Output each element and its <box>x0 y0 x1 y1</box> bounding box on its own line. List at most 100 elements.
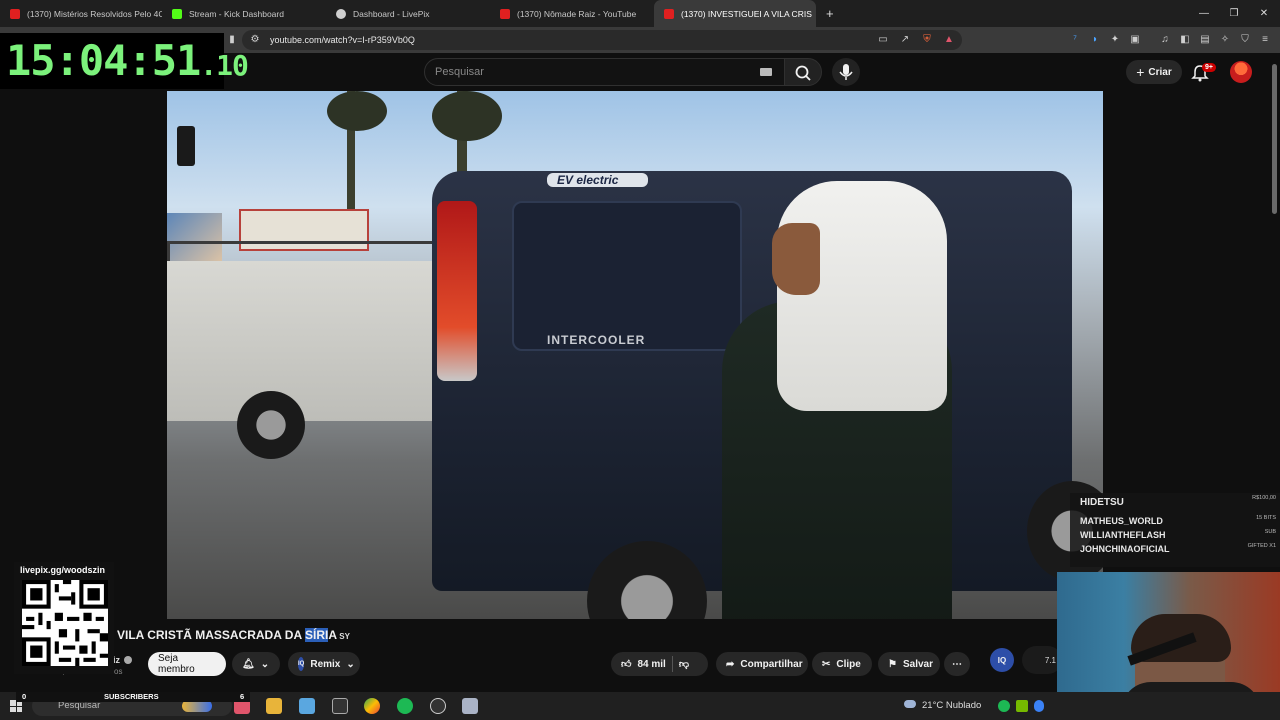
create-label: Criar <box>1148 66 1172 78</box>
extension-icon[interactable]: ⁷ <box>1068 33 1082 47</box>
timer-ms: .10 <box>200 49 249 82</box>
capcut-icon[interactable] <box>332 698 348 714</box>
browser-tab-active[interactable]: (1370) INVESTIGUEI A VILA CRIS ✕ <box>654 0 816 27</box>
browser-tab[interactable]: Dashboard - LivePix <box>326 0 490 27</box>
alert-amount: R$100,00 <box>1252 495 1276 501</box>
file-explorer-icon[interactable] <box>266 698 282 714</box>
media-icon[interactable]: ♫ <box>1158 33 1172 47</box>
palm-tree-leaves <box>432 91 502 141</box>
restore-icon[interactable]: ❐ <box>1218 0 1250 27</box>
thumbs-up-icon: 👍︎ <box>621 659 632 670</box>
brave-shield-icon[interactable]: ⛨ <box>920 33 934 47</box>
browser-tab[interactable]: (1370) Mistérios Resolvidos Pelo 4CH <box>0 0 162 27</box>
nvidia-tray-icon[interactable] <box>1016 700 1028 712</box>
truck-body <box>167 261 432 421</box>
browser-tab[interactable]: Stream - Kick Dashboard <box>162 0 326 27</box>
keyboard-icon[interactable] <box>760 68 772 76</box>
spotify-tray-icon[interactable] <box>998 700 1010 712</box>
timer-main: 15:04:51 <box>6 36 201 85</box>
clip-label: Clipe <box>836 658 861 670</box>
avatar[interactable] <box>1230 61 1252 83</box>
minimize-icon[interactable]: — <box>1188 0 1220 27</box>
scissors-icon: ✂ <box>822 658 831 670</box>
obs-icon[interactable] <box>430 698 446 714</box>
install-icon[interactable]: ▭ <box>876 33 890 47</box>
app-icon[interactable] <box>462 698 478 714</box>
weather-widget[interactable]: 21°C Nublado <box>922 700 981 711</box>
notification-badge: 9+ <box>1202 63 1216 72</box>
leo-ai-icon[interactable]: ✧ <box>1218 33 1232 47</box>
new-tab-button[interactable]: + <box>816 0 840 27</box>
qr-code <box>22 580 108 666</box>
browser-tab[interactable]: (1370) Nômade Raiz - YouTube <box>490 0 654 27</box>
close-window-icon[interactable]: ✕ <box>1248 0 1280 27</box>
woman-face <box>772 223 820 295</box>
menu-icon[interactable]: ≡ <box>1258 33 1272 47</box>
search-icon <box>795 65 811 81</box>
extension-icon[interactable]: ◗ <box>1088 33 1102 47</box>
bluetooth-icon[interactable] <box>1034 700 1044 712</box>
thumbs-down-icon: 👎︎ <box>678 659 689 670</box>
subscribers-goal: 6 <box>240 692 245 701</box>
van-badge: INTERCOOLER <box>547 333 646 347</box>
sidebar-icon[interactable]: ◧ <box>1178 33 1192 47</box>
woman-headscarf <box>777 181 947 411</box>
search-button[interactable] <box>784 58 822 86</box>
tab-label: (1370) Nômade Raiz - YouTube <box>517 8 637 19</box>
mic-icon <box>839 64 853 80</box>
iq-extension-button[interactable]: IQ <box>990 648 1014 672</box>
stream-alerts-panel: HIDETSU R$100,00 MATHEUS_WORLD 15 BITS W… <box>1070 493 1280 567</box>
like-button[interactable]: 👍︎ 84 mil 👎︎ <box>611 652 708 676</box>
truck-wheel <box>237 391 305 459</box>
video-player[interactable]: EV electric INTERCOOLER <box>167 91 1103 619</box>
vpn-shield-icon[interactable]: ⛉ <box>1238 33 1252 47</box>
alert-name: HIDETSU <box>1080 497 1124 508</box>
more-icon: ⋯ <box>952 658 962 670</box>
chevron-down-icon: ⌄ <box>260 658 270 670</box>
cloud-icon <box>904 700 916 708</box>
rewards-icon[interactable]: ▲ <box>942 33 956 47</box>
tab-label: (1370) INVESTIGUEI A VILA CRIS <box>681 8 812 19</box>
tab-label: (1370) Mistérios Resolvidos Pelo 4CH <box>27 8 162 19</box>
app-icon[interactable] <box>299 698 315 714</box>
join-button[interactable]: Seja membro <box>148 652 226 676</box>
search-input[interactable]: Pesquisar <box>424 58 786 86</box>
create-button[interactable]: + Criar <box>1126 60 1182 84</box>
address-bar[interactable]: ⚙ youtube.com/watch?v=I-rP359Vb0Q ▭ ↗ ⛨ … <box>242 30 962 50</box>
subscription-bell-button[interactable]: 🔔︎ ⌄ <box>232 652 280 676</box>
iq-logo-icon: IQ <box>298 657 305 671</box>
title-text: A <box>328 628 338 642</box>
channel-name[interactable]: iz <box>113 655 120 665</box>
title-highlight: SÍRI <box>305 628 329 642</box>
remix-label: Remix <box>310 658 341 670</box>
youtube-favicon-icon <box>10 8 20 19</box>
clip-button[interactable]: ✂ Clipe <box>812 652 872 676</box>
title-tail: SY <box>337 632 350 641</box>
voice-search-button[interactable] <box>832 58 860 86</box>
livepix-url: livepix.gg/woodszin <box>20 565 106 575</box>
site-info-icon[interactable]: ⚙ <box>248 33 262 47</box>
remix-button[interactable]: IQ Remix ⌄ <box>288 652 360 676</box>
extensions-puzzle-icon[interactable]: ✦ <box>1108 33 1122 47</box>
van-brand-label: EV electric <box>547 173 649 187</box>
save-label: Salvar <box>902 658 933 670</box>
divider <box>671 656 673 672</box>
page-scrollbar[interactable] <box>1272 64 1277 214</box>
chevron-down-icon: ⌄ <box>346 658 355 670</box>
traffic-light <box>177 126 195 166</box>
share-button[interactable]: ➦ Compartilhar <box>716 652 808 676</box>
extension-icon[interactable]: ▣ <box>1128 33 1142 47</box>
tab-label: Stream - Kick Dashboard <box>189 8 284 19</box>
share-page-icon[interactable]: ↗ <box>898 33 912 47</box>
more-actions-button[interactable]: ⋯ <box>944 652 970 676</box>
spotify-icon[interactable] <box>397 698 413 714</box>
url-text: youtube.com/watch?v=I-rP359Vb0Q <box>270 35 415 45</box>
plus-icon: + <box>1136 64 1145 80</box>
subscribers-current: 0 <box>22 692 27 701</box>
extension-counter[interactable]: 7.1 <box>1022 646 1062 674</box>
chrome-icon[interactable] <box>364 698 380 714</box>
van-rear-window <box>512 201 742 351</box>
wallet-icon[interactable]: ▤ <box>1198 33 1212 47</box>
alert-amount: 15 BITS <box>1256 515 1276 521</box>
save-button[interactable]: ⚑ Salvar <box>878 652 940 676</box>
